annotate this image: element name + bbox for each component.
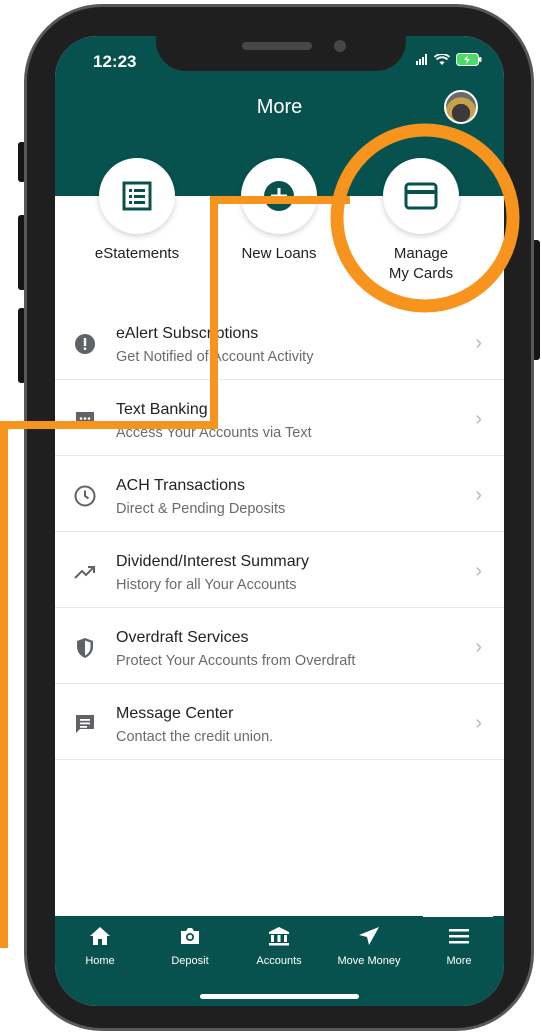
shield-icon bbox=[77, 638, 93, 658]
avatar[interactable] bbox=[444, 90, 478, 124]
battery-charging-icon bbox=[456, 53, 482, 66]
tab-label: Deposit bbox=[171, 955, 209, 967]
new-loans-label: New Loans bbox=[241, 245, 317, 262]
list-item-text-banking[interactable]: Text Banking Access Your Accounts via Te… bbox=[55, 380, 504, 456]
more-menu-list: eAlert Subscriptions Get Notified of Acc… bbox=[55, 304, 504, 760]
list-item-title: eAlert Subscriptions bbox=[116, 325, 259, 342]
status-time: 12:23 bbox=[93, 52, 137, 71]
active-tab-indicator bbox=[423, 914, 493, 917]
list-item-title: Overdraft Services bbox=[116, 629, 249, 646]
shortcut-new-loans[interactable]: New Loans bbox=[209, 158, 349, 264]
new-loans-button[interactable] bbox=[241, 158, 317, 234]
chevron-right-icon: › bbox=[475, 636, 482, 658]
notch bbox=[156, 36, 406, 71]
list-item-ach[interactable]: ACH Transactions Direct & Pending Deposi… bbox=[55, 456, 504, 532]
list-item-subtitle: Contact the credit union. bbox=[116, 729, 274, 745]
home-icon bbox=[90, 927, 110, 945]
list-item-message-center[interactable]: Message Center Contact the credit union.… bbox=[55, 684, 504, 760]
credit-card-icon bbox=[404, 182, 438, 210]
shortcut-manage-cards[interactable]: Manage My Cards bbox=[351, 158, 491, 284]
tab-more[interactable]: More bbox=[414, 926, 504, 967]
chevron-right-icon: › bbox=[475, 560, 482, 582]
list-item-title: Message Center bbox=[116, 705, 234, 722]
list-item-subtitle: Access Your Accounts via Text bbox=[116, 425, 312, 441]
clock-icon bbox=[74, 485, 96, 507]
chevron-right-icon: › bbox=[475, 408, 482, 430]
home-indicator bbox=[200, 994, 359, 999]
tab-label: More bbox=[446, 955, 472, 967]
tab-deposit[interactable]: Deposit bbox=[145, 926, 235, 967]
menu-icon bbox=[449, 929, 469, 944]
chevron-right-icon: › bbox=[475, 712, 482, 734]
list-item-subtitle: History for all Your Accounts bbox=[116, 577, 297, 593]
estatements-button[interactable] bbox=[99, 158, 175, 234]
chevron-right-icon: › bbox=[475, 484, 482, 506]
shortcut-estatements[interactable]: eStatements bbox=[67, 158, 207, 264]
tab-move-money[interactable]: Move Money bbox=[324, 926, 414, 967]
manage-cards-label: Manage My Cards bbox=[388, 245, 454, 282]
list-item-subtitle: Protect Your Accounts from Overdraft bbox=[116, 653, 356, 669]
tab-label: Home bbox=[85, 955, 115, 967]
list-item-dividend[interactable]: Dividend/Interest Summary History for al… bbox=[55, 532, 504, 608]
bank-icon bbox=[269, 927, 289, 946]
plus-circle-icon bbox=[264, 181, 294, 211]
send-icon bbox=[359, 927, 379, 945]
camera-icon bbox=[181, 928, 199, 944]
trending-up-icon bbox=[74, 566, 95, 579]
list-item-title: Text Banking bbox=[116, 401, 208, 418]
wifi-icon bbox=[434, 53, 450, 65]
list-item-subtitle: Direct & Pending Deposits bbox=[116, 501, 286, 517]
tab-bar: Home Deposit Accounts Move Money More bbox=[55, 914, 504, 1006]
list-item-title: Dividend/Interest Summary bbox=[116, 553, 309, 570]
statement-icon bbox=[122, 181, 152, 211]
tab-home[interactable]: Home bbox=[55, 926, 145, 967]
chevron-right-icon: › bbox=[475, 332, 482, 354]
estatements-label: eStatements bbox=[94, 245, 180, 262]
alert-icon bbox=[75, 334, 95, 354]
list-item-subtitle: Get Notified of Account Activity bbox=[116, 349, 314, 365]
page-title: More bbox=[256, 96, 303, 118]
tab-accounts[interactable]: Accounts bbox=[234, 926, 324, 967]
chat-icon bbox=[76, 412, 94, 429]
list-item-overdraft[interactable]: Overdraft Services Protect Your Accounts… bbox=[55, 608, 504, 684]
status-icons bbox=[416, 53, 482, 66]
tab-label: Accounts bbox=[256, 955, 302, 967]
message-icon bbox=[76, 715, 94, 733]
signal-icon bbox=[416, 54, 427, 65]
list-item-ealert[interactable]: eAlert Subscriptions Get Notified of Acc… bbox=[55, 304, 504, 380]
tab-label: Move Money bbox=[337, 955, 401, 967]
app-screen: 12:23 More eStatements New Loans Manage … bbox=[55, 36, 504, 1006]
manage-cards-button[interactable] bbox=[383, 158, 459, 234]
list-item-title: ACH Transactions bbox=[116, 477, 245, 494]
